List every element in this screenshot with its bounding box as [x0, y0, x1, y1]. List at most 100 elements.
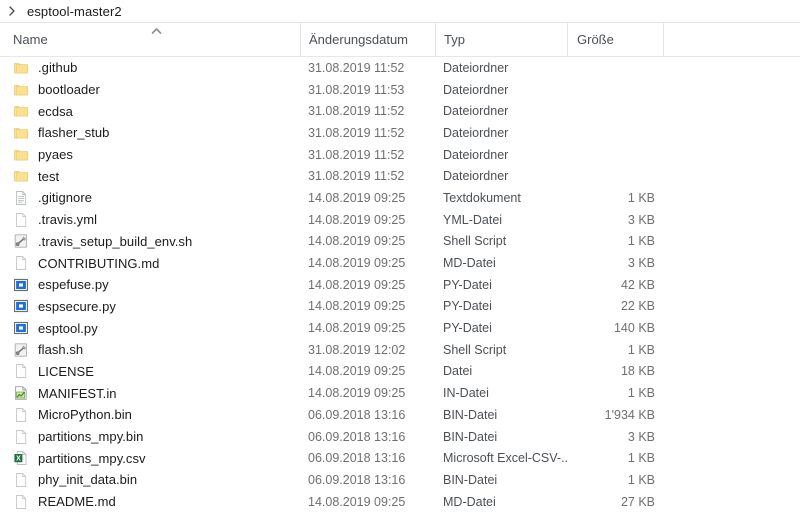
file-type-cell: PY-Datei — [443, 299, 492, 314]
file-name-cell[interactable]: .github — [0, 60, 300, 76]
file-type-cell: Dateiordner — [443, 82, 509, 97]
file-name-cell[interactable]: .travis.yml — [0, 212, 300, 228]
file-name-label: LICENSE — [38, 363, 94, 379]
file-name-label: test — [38, 168, 60, 184]
file-row[interactable]: .gitignore 14.08.2019 09:25 Textdokument 1 … — [0, 187, 800, 209]
column-header-row: Name Änderungsdatum Typ Größe — [0, 23, 800, 56]
chevron-right-icon[interactable] — [6, 5, 18, 17]
file-name-cell[interactable]: espefuse.py — [0, 277, 300, 293]
file-name-cell[interactable]: README.md — [0, 494, 300, 510]
file-row[interactable]: flash.sh 31.08.2019 12:02 Shell Script 1 KB — [0, 339, 800, 361]
file-name-cell[interactable]: MANIFEST.in — [0, 385, 300, 401]
column-header-size[interactable]: Größe — [567, 23, 663, 56]
breadcrumb-path-label[interactable]: esptool-master2 — [27, 4, 122, 19]
file-date-cell: 14.08.2019 09:25 — [308, 190, 406, 205]
file-name-cell[interactable]: test — [0, 168, 300, 184]
file-name-label: .gitignore — [38, 190, 92, 206]
file-row[interactable]: phy_init_data.bin 06.09.2018 13:16 BIN-Dat… — [0, 469, 800, 491]
file-date-cell: 31.08.2019 11:53 — [308, 82, 405, 97]
svg-text:X: X — [16, 456, 21, 463]
file-name-label: bootloader — [38, 82, 100, 98]
file-date-cell: 31.08.2019 12:02 — [308, 342, 406, 357]
file-type-cell: Dateiordner — [443, 169, 509, 184]
file-row[interactable]: partitions_mpy.bin 06.09.2018 13:16 BIN-Da… — [0, 426, 800, 448]
file-type-cell: Textdokument — [443, 190, 521, 205]
file-size-cell: 1'934 KB — [604, 407, 655, 422]
file-name-label: partitions_mpy.csv — [38, 450, 146, 466]
file-row[interactable]: .travis.yml 14.08.2019 09:25 YML-Datei 3 KB — [0, 209, 800, 231]
file-name-cell[interactable]: MicroPython.bin — [0, 407, 300, 423]
file-name-cell[interactable]: flash.sh — [0, 342, 300, 358]
file-row[interactable]: README.md 14.08.2019 09:25 MD-Datei 27 KB — [0, 491, 800, 513]
file-name-label: flasher_stub — [38, 125, 110, 141]
file-name-cell[interactable]: X partitions_mpy.csv — [0, 450, 300, 466]
file-type-cell: Dateiordner — [443, 147, 509, 162]
file-date-cell: 14.08.2019 09:25 — [308, 494, 406, 509]
file-name-label: esptool.py — [38, 320, 98, 336]
file-date-cell: 31.08.2019 11:52 — [308, 125, 405, 140]
file-size-cell: 3 KB — [627, 429, 655, 444]
file-size-cell: 22 KB — [620, 299, 655, 314]
excel-csv-icon: X — [13, 450, 29, 466]
column-header-end-divider — [663, 23, 664, 56]
column-header-size-label: Größe — [577, 32, 614, 47]
file-name-cell[interactable]: .gitignore — [0, 190, 300, 206]
file-name-cell[interactable]: pyaes — [0, 147, 300, 163]
shell-script-icon — [13, 233, 29, 249]
blank-document-icon — [13, 407, 29, 423]
file-name-cell[interactable]: .travis_setup_build_env.sh — [0, 233, 300, 249]
file-name-cell[interactable]: phy_init_data.bin — [0, 472, 300, 488]
file-name-label: CONTRIBUTING.md — [38, 255, 160, 271]
file-row[interactable]: test 31.08.2019 11:52 Dateiordner — [0, 165, 800, 187]
file-date-cell: 14.08.2019 09:25 — [308, 386, 406, 401]
file-name-cell[interactable]: ecdsa — [0, 103, 300, 119]
file-row[interactable]: pyaes 31.08.2019 11:52 Dateiordner — [0, 144, 800, 166]
file-row[interactable]: CONTRIBUTING.md 14.08.2019 09:25 MD-Datei 3… — [0, 252, 800, 274]
file-type-cell: Shell Script — [443, 342, 507, 357]
file-row[interactable]: .github 31.08.2019 11:52 Dateiordner — [0, 57, 800, 79]
file-name-label: README.md — [38, 494, 116, 510]
file-type-cell: BIN-Datei — [443, 407, 498, 422]
file-name-cell[interactable]: flasher_stub — [0, 125, 300, 141]
folder-icon — [13, 82, 29, 98]
file-name-label: .github — [38, 60, 78, 76]
column-header-date-modified[interactable]: Änderungsdatum — [300, 23, 435, 56]
file-row[interactable]: ecdsa 31.08.2019 11:52 Dateiordner — [0, 100, 800, 122]
folder-icon — [13, 103, 29, 119]
column-header-name[interactable]: Name — [0, 23, 300, 56]
file-name-label: espsecure.py — [38, 298, 116, 314]
file-size-cell: 18 KB — [620, 364, 655, 379]
file-size-cell: 42 KB — [620, 277, 655, 292]
folder-icon — [13, 147, 29, 163]
file-type-cell: MD-Datei — [443, 494, 496, 509]
file-row[interactable]: espsecure.py 14.08.2019 09:25 PY-Datei 22 K… — [0, 296, 800, 318]
text-document-icon — [13, 190, 29, 206]
file-size-cell: 1 KB — [627, 190, 655, 205]
file-row[interactable]: esptool.py 14.08.2019 09:25 PY-Datei 140 KB — [0, 317, 800, 339]
file-date-cell: 14.08.2019 09:25 — [308, 321, 406, 336]
file-name-cell[interactable]: esptool.py — [0, 320, 300, 336]
breadcrumb[interactable]: esptool-master2 — [0, 0, 800, 22]
file-name-cell[interactable]: bootloader — [0, 82, 300, 98]
file-name-cell[interactable]: LICENSE — [0, 363, 300, 379]
file-row[interactable]: flasher_stub 31.08.2019 11:52 Dateiordner — [0, 122, 800, 144]
file-date-cell: 31.08.2019 11:52 — [308, 60, 405, 75]
file-row[interactable]: MicroPython.bin 06.09.2018 13:16 BIN-Datei… — [0, 404, 800, 426]
file-name-cell[interactable]: partitions_mpy.bin — [0, 429, 300, 445]
file-row[interactable]: .travis_setup_build_env.sh 14.08.2019 09:… — [0, 231, 800, 253]
file-row[interactable]: bootloader 31.08.2019 11:53 Dateiordner — [0, 79, 800, 101]
file-size-cell: 3 KB — [627, 256, 655, 271]
python-file-icon — [13, 277, 29, 293]
file-name-cell[interactable]: CONTRIBUTING.md — [0, 255, 300, 271]
file-row[interactable]: X partitions_mpy.csv 06.09.2018 13:16 Micr… — [0, 447, 800, 469]
file-row[interactable]: LICENSE 14.08.2019 09:25 Datei 18 KB — [0, 361, 800, 383]
file-name-label: partitions_mpy.bin — [38, 429, 144, 445]
file-list[interactable]: .github 31.08.2019 11:52 Dateiordner bootl… — [0, 57, 800, 513]
file-date-cell: 14.08.2019 09:25 — [308, 234, 406, 249]
file-row[interactable]: MANIFEST.in 14.08.2019 09:25 IN-Datei 1 KB — [0, 382, 800, 404]
blank-document-icon — [13, 212, 29, 228]
file-name-cell[interactable]: espsecure.py — [0, 298, 300, 314]
file-row[interactable]: espefuse.py 14.08.2019 09:25 PY-Datei 42 KB — [0, 274, 800, 296]
column-header-type[interactable]: Typ — [435, 23, 567, 56]
file-type-cell: BIN-Datei — [443, 429, 498, 444]
